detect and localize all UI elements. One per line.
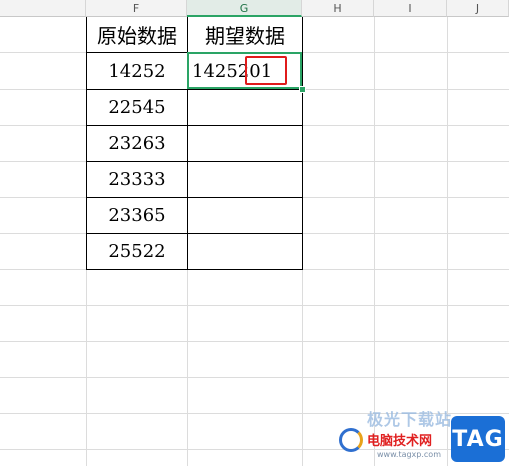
fill-handle[interactable]: [299, 86, 306, 93]
data-cell-original[interactable]: 22545: [87, 90, 187, 125]
data-cell-original[interactable]: 25522: [87, 234, 187, 269]
column-header-f[interactable]: F: [86, 0, 187, 17]
data-cell-original[interactable]: 23365: [87, 198, 187, 233]
data-cell-expected[interactable]: [188, 198, 302, 233]
gridline: [0, 377, 509, 378]
column-header-e[interactable]: [0, 0, 86, 17]
data-cell-original[interactable]: 23263: [87, 126, 187, 161]
data-cell-expected[interactable]: [188, 90, 302, 125]
watermark-url-text: www.tagxp.com: [377, 450, 441, 459]
watermark-logo-icon: [339, 428, 363, 452]
spreadsheet-grid: F G H I J 原始数据 期望数据 14252 1425201 22545 …: [0, 0, 509, 466]
gridline: [0, 341, 509, 342]
gridline: [447, 17, 448, 466]
gridline: [0, 305, 509, 306]
table-border: [86, 269, 303, 270]
data-cell-expected[interactable]: [188, 234, 302, 269]
data-cell-expected[interactable]: [188, 126, 302, 161]
column-header-j[interactable]: J: [447, 0, 509, 17]
data-cell-original[interactable]: 14252: [87, 53, 187, 89]
header-cell-original[interactable]: 原始数据: [87, 17, 187, 52]
header-cell-expected[interactable]: 期望数据: [188, 17, 302, 52]
watermark-tag-badge: TAG: [451, 416, 505, 462]
column-header-i[interactable]: I: [374, 0, 447, 17]
highlight-annotation-box: [245, 56, 287, 85]
column-header-h[interactable]: H: [302, 0, 374, 17]
watermark: 极光下载站 电脑技术网 www.tagxp.com TAG: [339, 406, 509, 466]
data-cell-original[interactable]: 23333: [87, 162, 187, 197]
gridline: [374, 17, 375, 466]
column-header-g[interactable]: G: [187, 0, 302, 17]
data-cell-expected[interactable]: [188, 162, 302, 197]
watermark-main-text: 电脑技术网: [367, 434, 433, 449]
watermark-top-text: 极光下载站: [367, 410, 453, 429]
